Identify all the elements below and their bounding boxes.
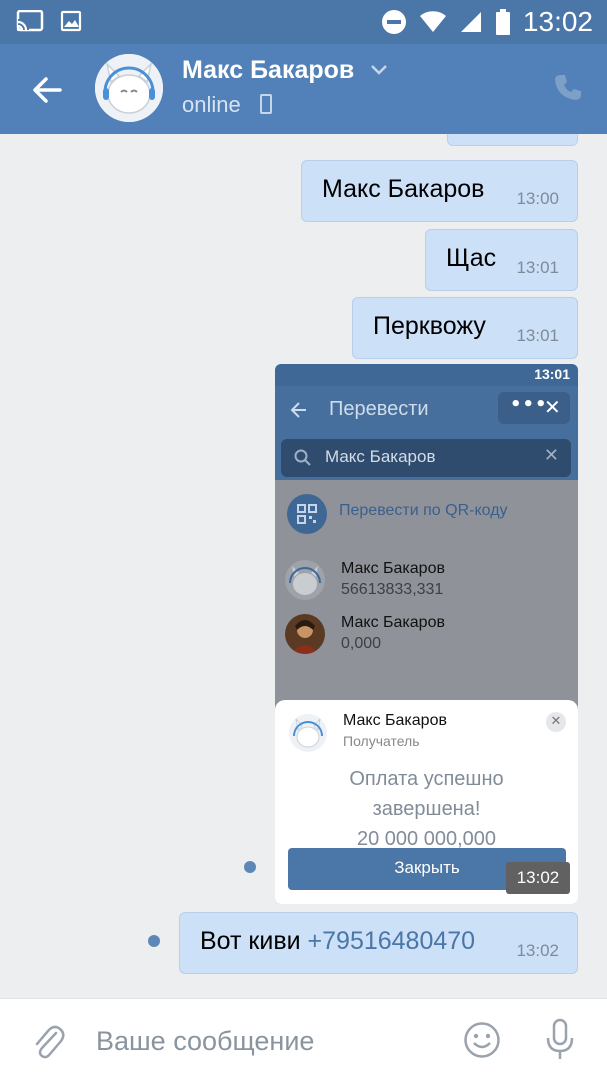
close-icon: ✕ — [544, 395, 561, 419]
embedded-header: Перевести ••• ✕ — [275, 386, 578, 434]
signal-icon — [460, 12, 481, 32]
qr-code-icon — [287, 494, 327, 534]
screenshot-attachment[interactable]: 13:01 Перевести ••• ✕ Макс Бакаров ✕ Пер… — [275, 364, 578, 904]
contact-status: online — [182, 92, 241, 117]
do-not-disturb-icon — [381, 10, 406, 34]
bot-avatar-icon — [95, 54, 163, 122]
phone-call-icon[interactable] — [553, 72, 583, 102]
message-bubble[interactable]: Макс Бакаров 13:00 — [301, 160, 578, 222]
bot-avatar-icon — [285, 560, 325, 600]
mobile-device-icon — [260, 94, 272, 114]
clock: 13:02 — [522, 6, 593, 37]
embedded-controls: ••• ✕ — [498, 392, 570, 424]
wifi-icon — [419, 11, 446, 32]
payment-status-line2: завершена! — [372, 798, 481, 820]
search-icon — [294, 449, 311, 466]
embedded-search-bar: Макс Бакаров ✕ — [275, 434, 578, 480]
phone-link[interactable]: +79516480470 — [308, 927, 476, 955]
message-input[interactable] — [96, 1021, 436, 1061]
message-list[interactable]: Макс Бакаров 13:00 Щас 13:01 Перквожу 13… — [0, 134, 607, 998]
embedded-contact-row: Макс Бакаров 56613833,331 — [285, 560, 575, 610]
message-text: Вот киви +79516480470 — [200, 927, 475, 956]
embedded-content: Перевести по QR-коду Макс Бакаров 566138… — [275, 480, 578, 904]
embedded-contact-name: Макс Бакаров — [341, 614, 445, 631]
clear-icon: ✕ — [543, 445, 559, 466]
close-icon: ✕ — [546, 712, 566, 732]
message-time: 13:02 — [506, 862, 570, 894]
message-text: Перквожу — [373, 312, 486, 340]
message-text: Макс Бакаров — [322, 175, 485, 203]
photo-avatar-icon — [285, 614, 325, 654]
unread-indicator — [244, 861, 256, 873]
embedded-search-value: Макс Бакаров — [325, 447, 436, 466]
paperclip-icon[interactable] — [30, 1021, 66, 1061]
message-bubble[interactable]: Вот киви +79516480470 13:02 — [179, 912, 578, 974]
embedded-clock: 13:01 — [534, 366, 570, 382]
bot-avatar-icon — [289, 714, 327, 752]
message-text: Щас — [446, 244, 497, 272]
embedded-title: Перевести — [329, 398, 429, 420]
message-text-prefix: Вот киви — [200, 927, 308, 955]
message-time: 13:00 — [516, 189, 559, 208]
emoji-icon[interactable] — [463, 1021, 501, 1059]
image-icon — [60, 10, 82, 32]
status-bar: 13:02 — [0, 0, 607, 44]
back-arrow-icon — [290, 402, 306, 418]
recipient-role: Получатель — [343, 733, 420, 749]
embedded-search-field: Макс Бакаров ✕ — [281, 439, 571, 477]
message-time: 13:01 — [516, 326, 559, 345]
recipient-name: Макс Бакаров — [343, 712, 447, 729]
qr-transfer-label: Перевести по QR-коду — [339, 502, 508, 519]
microphone-icon[interactable] — [543, 1017, 577, 1063]
chat-header: Макс Бакаров online — [0, 44, 607, 134]
message-bubble[interactable]: Перквожу 13:01 — [352, 297, 578, 359]
cast-icon — [16, 10, 44, 32]
chevron-down-icon[interactable] — [370, 64, 388, 76]
message-time: 13:02 — [516, 941, 559, 960]
battery-icon — [495, 9, 510, 35]
embedded-contact-balance: 56613833,331 — [341, 581, 444, 598]
contact-name[interactable]: Макс Бакаров — [182, 56, 354, 85]
embedded-status-bar: 13:01 — [275, 364, 578, 386]
message-time: 13:01 — [516, 258, 559, 277]
more-icon: ••• — [510, 394, 548, 415]
avatar[interactable] — [95, 54, 163, 122]
embedded-contact-name: Макс Бакаров — [341, 560, 445, 577]
unread-indicator — [148, 935, 160, 947]
payment-status-line1: Оплата успешно — [349, 768, 504, 790]
back-arrow-icon[interactable] — [28, 70, 68, 110]
message-bubble[interactable] — [447, 134, 578, 146]
embedded-contact-balance: 0,000 — [341, 635, 382, 652]
payment-status: Оплата успешно завершена! 20 000 000,000 — [275, 764, 578, 854]
message-composer — [0, 998, 607, 1080]
embedded-contact-row: Макс Бакаров 0,000 — [285, 614, 575, 664]
message-bubble[interactable]: Щас 13:01 — [425, 229, 578, 291]
